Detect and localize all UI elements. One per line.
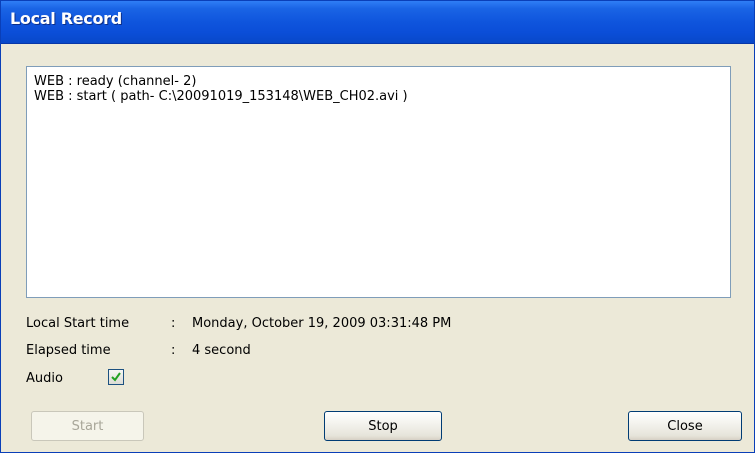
elapsed-time-value: 4 second [192, 343, 251, 358]
stop-button[interactable]: Stop [324, 411, 442, 441]
record-log-box[interactable]: WEB : ready (channel- 2) WEB : start ( p… [26, 66, 731, 298]
elapsed-time-label: Elapsed time [26, 343, 111, 358]
local-record-dialog: Local Record WEB : ready (channel- 2) WE… [0, 0, 755, 453]
window-title: Local Record [10, 9, 122, 28]
elapsed-time-separator: : [171, 343, 176, 358]
start-button[interactable]: Start [31, 411, 144, 441]
checkmark-icon [111, 372, 121, 382]
start-time-label: Local Start time [26, 316, 130, 331]
start-time-value: Monday, October 19, 2009 03:31:48 PM [192, 316, 452, 331]
log-line: WEB : start ( path- C:\20091019_153148\W… [34, 89, 408, 104]
audio-label: Audio [26, 371, 63, 386]
audio-checkbox[interactable] [108, 369, 124, 385]
start-time-separator: : [171, 316, 176, 331]
title-bar[interactable]: Local Record [1, 1, 754, 44]
log-line: WEB : ready (channel- 2) [34, 74, 197, 89]
close-button[interactable]: Close [628, 411, 742, 441]
